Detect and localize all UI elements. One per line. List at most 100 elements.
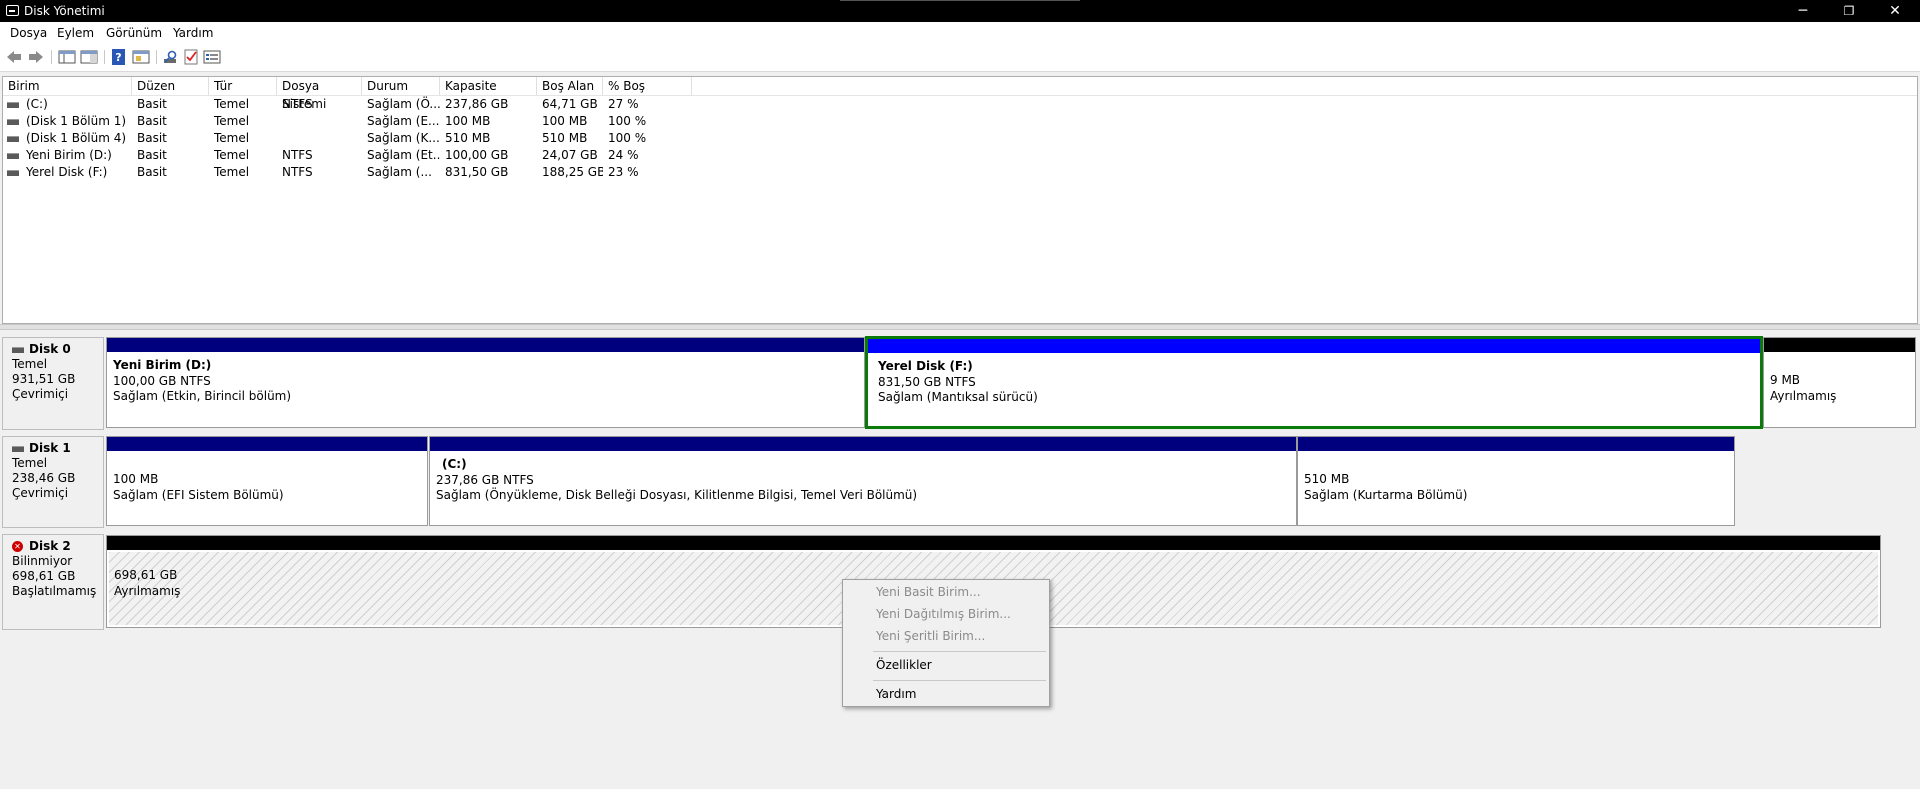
- volume-percent-free: 100 %: [608, 131, 647, 145]
- partition-status: Sağlam (EFI Sistem Bölümü): [113, 487, 284, 502]
- disk-0-status: Çevrimiçi: [12, 387, 69, 401]
- console-tree-icon[interactable]: [58, 49, 76, 65]
- primary-partition-bar: [107, 437, 427, 451]
- volume-row-c[interactable]: (C:) Basit Temel NTFS Sağlam (Ö... 237,8…: [3, 96, 1917, 113]
- volume-type: Temel: [214, 148, 250, 162]
- forward-arrow-icon[interactable]: [27, 49, 45, 65]
- disk-2-status: Başlatılmamış: [12, 584, 97, 598]
- disk-0-type: Temel: [12, 357, 48, 371]
- volume-layout: Basit: [137, 114, 167, 128]
- menu-yardim[interactable]: Yardım: [173, 26, 213, 40]
- partition-status: Sağlam (Mantıksal sürücü): [878, 390, 1038, 404]
- partition-status: Sağlam (Etkin, Birincil bölüm): [113, 389, 292, 403]
- volume-icon: [7, 102, 19, 108]
- restore-button[interactable]: ❐: [1826, 0, 1872, 22]
- volume-status: Sağlam (K...: [367, 131, 440, 145]
- partition-status: Sağlam (Kurtarma Bölümü): [1304, 487, 1468, 502]
- volume-name: (C:): [26, 97, 48, 111]
- partition-f-body: Yerel Disk (F:) 831,50 GB NTFS Sağlam (M…: [868, 353, 1760, 426]
- disk-1-label[interactable]: Disk 1 Temel 238,46 GB Çevrimiçi: [2, 436, 104, 528]
- volume-row-f[interactable]: Yerel Disk (F:) Basit Temel NTFS Sağlam …: [3, 164, 1917, 181]
- disk-1-name-row: Disk 1: [12, 441, 103, 456]
- menu-item-help[interactable]: Yardım: [843, 684, 1049, 704]
- checklist-icon[interactable]: [182, 49, 200, 65]
- volume-free-space: 64,71 GB: [542, 97, 598, 111]
- partition-efi[interactable]: 100 MB Sağlam (EFI Sistem Bölümü): [106, 436, 428, 526]
- disk-management-icon: [6, 5, 19, 16]
- volume-type: Temel: [214, 165, 250, 179]
- volume-list: Birim Düzen Tür Dosya Sistemi Durum Kapa…: [2, 76, 1918, 324]
- partition-status: Ayrılmamış: [1770, 388, 1837, 403]
- volume-status: Sağlam (E...: [367, 114, 440, 128]
- toolbar-separator: [156, 50, 157, 64]
- help-icon[interactable]: ?: [110, 49, 128, 65]
- partition-unallocated-9mb[interactable]: 9 MB Ayrılmamış: [1763, 337, 1916, 428]
- volume-filesystem: [277, 113, 362, 130]
- column-header-birim[interactable]: Birim: [3, 77, 132, 95]
- minimize-button[interactable]: ─: [1780, 0, 1826, 22]
- menu-gorunum[interactable]: Görünüm: [106, 26, 162, 40]
- settings-list-icon[interactable]: [203, 49, 221, 65]
- column-header-tur[interactable]: Tür: [209, 77, 277, 95]
- partition-c[interactable]: (C:) 237,86 GB NTFS Sağlam (Önyükleme, D…: [429, 436, 1297, 526]
- volume-filesystem: NTFS: [282, 97, 313, 111]
- menu-item-new-simple-volume[interactable]: Yeni Basit Birim...: [843, 582, 1049, 602]
- menu-separator: [873, 680, 1046, 681]
- partition-d[interactable]: Yeni Birim (D:) 100,00 GB NTFS Sağlam (E…: [106, 337, 865, 428]
- volume-capacity: 100,00 GB: [445, 148, 509, 162]
- volume-row-disk1-part4[interactable]: (Disk 1 Bölüm 4) Basit Temel Sağlam (K..…: [3, 130, 1917, 147]
- volume-name: Yeni Birim (D:): [26, 148, 112, 162]
- volume-row-disk1-part1[interactable]: (Disk 1 Bölüm 1) Basit Temel Sağlam (E..…: [3, 113, 1917, 130]
- rescan-disks-icon[interactable]: [161, 49, 179, 65]
- volume-icon: [7, 119, 19, 125]
- column-header-yuzde-bos[interactable]: % Boş: [603, 77, 692, 95]
- partition-efi-body: 100 MB Sağlam (EFI Sistem Bölümü): [107, 451, 427, 525]
- volume-name: Yerel Disk (F:): [26, 165, 108, 179]
- partition-recovery[interactable]: 510 MB Sağlam (Kurtarma Bölümü): [1297, 436, 1735, 526]
- volume-capacity: 100 MB: [445, 114, 491, 128]
- menu-dosya[interactable]: Dosya: [10, 26, 47, 40]
- details-pane-icon[interactable]: [80, 49, 98, 65]
- volume-layout: Basit: [137, 131, 167, 145]
- partition-c-body: (C:) 237,86 GB NTFS Sağlam (Önyükleme, D…: [430, 451, 1296, 525]
- partition-recovery-body: 510 MB Sağlam (Kurtarma Bölümü): [1298, 451, 1734, 525]
- volume-type: Temel: [214, 97, 250, 111]
- primary-partition-bar: [430, 437, 1296, 451]
- volume-icon: [7, 153, 19, 159]
- disk-error-icon: ✕: [12, 541, 23, 552]
- volume-layout: Basit: [137, 165, 167, 179]
- column-header-dosya-sistemi[interactable]: Dosya Sistemi: [277, 77, 362, 111]
- partition-f-selected[interactable]: Yerel Disk (F:) 831,50 GB NTFS Sağlam (M…: [865, 336, 1763, 429]
- disk-2-size: 698,61 GB: [12, 569, 76, 583]
- title-bar: Disk Yönetimi ─ ❐ ✕: [0, 0, 1920, 22]
- partition-size: 237,86 GB NTFS: [436, 472, 534, 487]
- volume-icon: [7, 136, 19, 142]
- properties-icon[interactable]: [132, 49, 150, 65]
- volume-row-d[interactable]: Yeni Birim (D:) Basit Temel NTFS Sağlam …: [3, 147, 1917, 164]
- disk-2-label[interactable]: ✕ Disk 2 Bilinmiyor 698,61 GB Başlatılmam…: [2, 534, 104, 630]
- menu-item-properties[interactable]: Özellikler: [843, 655, 1049, 675]
- column-header-durum[interactable]: Durum: [362, 77, 440, 95]
- partition-size: 100,00 GB NTFS: [113, 373, 211, 388]
- toolbar-separator: [51, 50, 52, 64]
- volume-percent-free: 24 %: [608, 148, 639, 162]
- column-header-duzen[interactable]: Düzen: [132, 77, 209, 95]
- column-header-bos-alan[interactable]: Boş Alan: [537, 77, 603, 95]
- close-button[interactable]: ✕: [1872, 0, 1918, 22]
- volume-percent-free: 23 %: [608, 165, 639, 179]
- primary-partition-bar: [107, 338, 864, 352]
- partition-size: 510 MB: [1304, 472, 1350, 486]
- volume-name: (Disk 1 Bölüm 4): [26, 131, 127, 145]
- menu-item-new-striped-volume[interactable]: Yeni Şeritli Birim...: [843, 626, 1049, 646]
- menu-eylem[interactable]: Eylem: [57, 26, 94, 40]
- disk-1-type: Temel: [12, 456, 48, 470]
- disk-0-label[interactable]: Disk 0 Temel 931,51 GB Çevrimiçi: [2, 337, 104, 430]
- volume-free-space: 24,07 GB: [542, 148, 598, 162]
- volume-layout: Basit: [137, 97, 167, 111]
- column-header-kapasite[interactable]: Kapasite: [440, 77, 537, 95]
- back-arrow-icon[interactable]: [5, 49, 23, 65]
- toolbar-separator: [104, 50, 105, 64]
- volume-filesystem: NTFS: [282, 165, 313, 179]
- menu-item-new-spanned-volume[interactable]: Yeni Dağıtılmış Birim...: [843, 604, 1049, 624]
- svg-text:?: ?: [115, 51, 121, 64]
